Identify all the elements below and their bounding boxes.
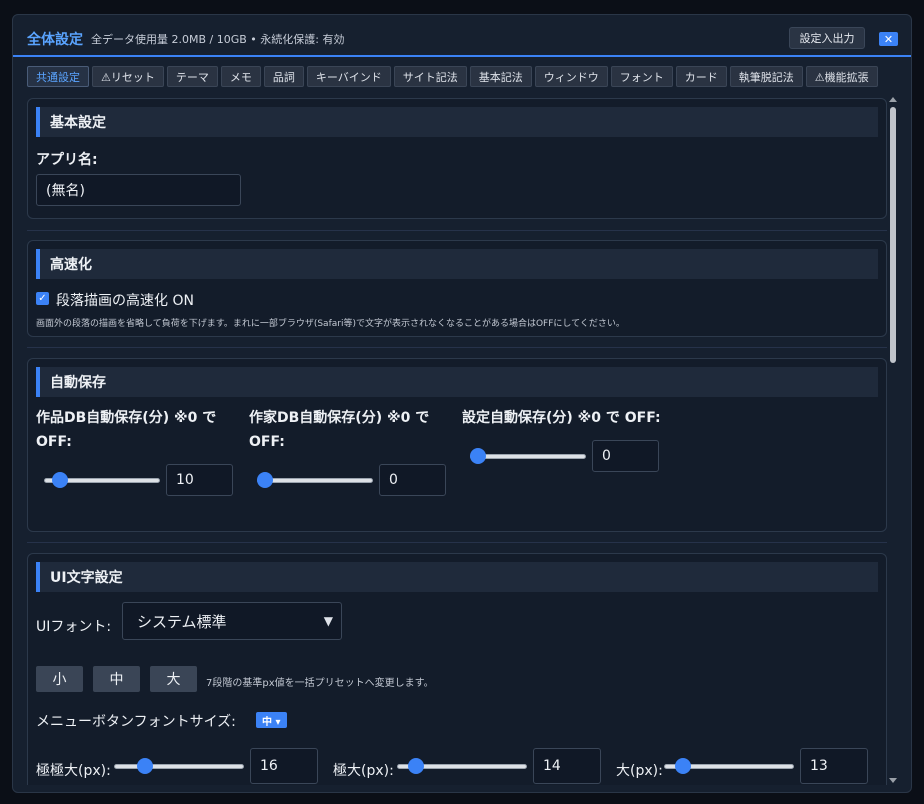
tab-writing-notation[interactable]: 執筆脱記法	[729, 66, 803, 87]
tab-window[interactable]: ウィンドウ	[534, 66, 608, 87]
section-basic: 基本設定 アプリ名:	[27, 98, 887, 219]
tab-font[interactable]: フォント	[610, 66, 673, 87]
section-heading: UI文字設定	[36, 562, 878, 592]
dialog-header: 全体設定 全データ使用量 2.0MB / 10GB • 永続化保護: 有効 設定…	[13, 15, 911, 57]
size-l-label: 大(px):	[616, 763, 663, 779]
settings-autosave-slider[interactable]	[470, 448, 586, 464]
slider-thumb[interactable]	[408, 758, 425, 774]
scroll-thumb[interactable]	[890, 107, 896, 363]
menu-font-size-dropdown[interactable]: 中 ▾	[256, 712, 287, 728]
size-l-slider[interactable]	[664, 758, 794, 774]
size-xl-input[interactable]	[533, 748, 601, 784]
size-xxl-input[interactable]	[250, 748, 318, 784]
tab-card[interactable]: カード	[675, 66, 727, 87]
app-name-label: アプリ名:	[36, 152, 98, 168]
slider-thumb[interactable]	[470, 448, 486, 464]
section-heading: 基本設定	[36, 107, 878, 137]
settings-content: 基本設定 アプリ名: 高速化 ✓ 段落描画の高速化 ON 画面外の段落の描画を省…	[27, 95, 887, 785]
tab-theme[interactable]: テーマ	[166, 66, 218, 87]
slider-thumb[interactable]	[136, 758, 153, 774]
preset-small-button[interactable]: 小	[36, 666, 83, 692]
section-heading: 高速化	[36, 249, 878, 279]
slider-thumb[interactable]	[52, 472, 68, 488]
author-db-autosave-input[interactable]	[379, 464, 446, 496]
size-xl-slider[interactable]	[397, 758, 527, 774]
author-db-autosave-label: 作家DB自動保存(分) ※0 で OFF:	[249, 410, 430, 450]
tab-part-of-speech[interactable]: 品詞	[263, 66, 304, 87]
section-divider	[27, 542, 887, 543]
settings-io-button[interactable]: 設定入出力	[789, 27, 865, 49]
fast-render-description: 画面外の段落の描画を省略して負荷を下げます。まれに一部ブラウザ(Safari等)…	[36, 319, 625, 329]
settings-dialog: 全体設定 全データ使用量 2.0MB / 10GB • 永続化保護: 有効 設定…	[12, 14, 912, 793]
section-speed: 高速化 ✓ 段落描画の高速化 ON 画面外の段落の描画を省略して負荷を下げます。…	[27, 240, 887, 337]
preset-note: 7段階の基準px値を一括プリセットへ変更します。	[206, 678, 434, 689]
work-db-autosave-slider[interactable]	[44, 472, 160, 488]
menu-font-size-label: メニューボタンフォントサイズ:	[36, 714, 236, 730]
settings-autosave-label: 設定自動保存(分) ※0 で OFF:	[462, 410, 661, 426]
ui-font-label: UIフォント:	[36, 619, 112, 635]
size-presets: 小 中 大	[36, 666, 216, 692]
tab-memo[interactable]: メモ	[220, 66, 261, 87]
preset-medium-button[interactable]: 中	[93, 666, 140, 692]
ui-font-select[interactable]: システム標準 ▼	[122, 602, 342, 640]
section-divider	[27, 230, 887, 231]
content-scrollbar[interactable]	[888, 95, 898, 785]
tab-basic-notation[interactable]: 基本記法	[469, 66, 532, 87]
fast-render-label: 段落描画の高速化 ON	[56, 293, 194, 309]
ui-font-value: システム標準	[137, 612, 227, 631]
tab-common[interactable]: 共通設定	[27, 66, 89, 87]
scroll-down-icon[interactable]	[889, 778, 897, 783]
tab-reset[interactable]: ⚠リセット	[92, 66, 164, 87]
scroll-up-icon[interactable]	[889, 97, 897, 102]
storage-usage: 全データ使用量 2.0MB / 10GB • 永続化保護: 有効	[91, 33, 345, 46]
section-ui-text: UI文字設定 UIフォント: システム標準 ▼ 小 中 大 7段階の基準px値を…	[27, 553, 887, 785]
slider-thumb[interactable]	[257, 472, 273, 488]
fast-render-checkbox[interactable]: ✓	[36, 292, 49, 305]
settings-autosave-input[interactable]	[592, 440, 659, 472]
tab-extensions[interactable]: ⚠機能拡張	[805, 66, 878, 87]
section-heading: 自動保存	[36, 367, 878, 397]
size-xxl-slider[interactable]	[114, 758, 244, 774]
tab-keybind[interactable]: キーバインド	[306, 66, 391, 87]
dialog-title: 全体設定	[27, 32, 83, 48]
preset-large-button[interactable]: 大	[150, 666, 197, 692]
tab-site-notation[interactable]: サイト記法	[393, 66, 467, 87]
work-db-autosave-label: 作品DB自動保存(分) ※0 で OFF:	[36, 410, 217, 450]
size-l-input[interactable]	[800, 748, 868, 784]
close-icon[interactable]: ✕	[879, 32, 898, 46]
settings-tabs: 共通設定 ⚠リセット テーマ メモ 品詞 キーバインド サイト記法 基本記法 ウ…	[27, 66, 878, 87]
work-db-autosave-input[interactable]	[166, 464, 233, 496]
section-autosave: 自動保存 作品DB自動保存(分) ※0 でOFF: 作家DB自動保存(分) ※0…	[27, 358, 887, 532]
chevron-down-icon: ▼	[323, 614, 333, 628]
author-db-autosave-slider[interactable]	[257, 472, 373, 488]
slider-thumb[interactable]	[675, 758, 692, 774]
size-xxl-label: 極極大(px):	[36, 763, 111, 779]
size-xl-label: 極大(px):	[333, 763, 394, 779]
section-divider	[27, 347, 887, 348]
app-name-input[interactable]	[36, 174, 241, 206]
